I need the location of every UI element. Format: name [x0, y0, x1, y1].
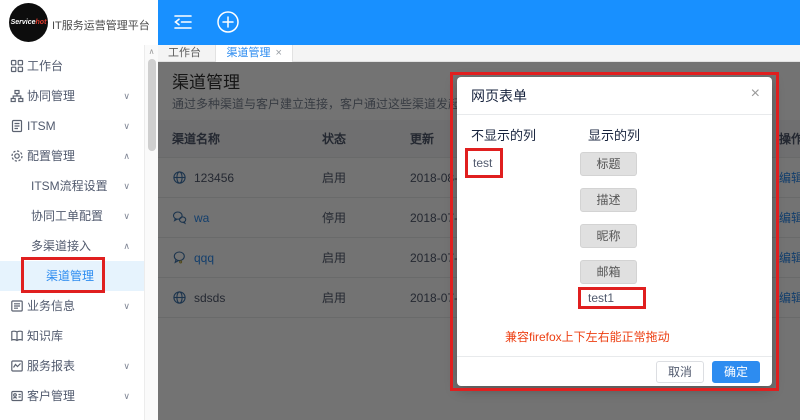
sidebar-item-multichannel-access[interactable]: 多渠道接入 ∧: [0, 231, 158, 261]
topbar: [158, 0, 800, 45]
close-icon[interactable]: ×: [275, 47, 281, 59]
dashboard-grid-icon: [10, 59, 24, 73]
sidebar-item-channel-mgmt[interactable]: 渠道管理: [0, 261, 158, 291]
chevron-up-icon: ∧: [123, 141, 130, 171]
modal-title: 网页表单: [471, 77, 527, 115]
sidebar-item-label: 工作台: [27, 51, 63, 81]
sidebar-item-label: 多渠道接入: [31, 231, 91, 261]
sidebar-item-itsm-flow-settings[interactable]: ITSM流程设置 ∨: [0, 171, 158, 201]
sidebar-item-collab-ticket-config[interactable]: 协同工单配置 ∨: [0, 201, 158, 231]
confirm-button[interactable]: 确定: [712, 361, 760, 383]
report-chart-icon: [10, 359, 24, 373]
chevron-up-icon: ∧: [123, 231, 130, 261]
sidebar-item-label: 服务报表: [27, 351, 75, 381]
app-window: Servicehot IT服务运营管理平台 工作台 协同管理 ∨ ITSM ∨: [0, 0, 800, 420]
modal-header: 网页表单 ×: [457, 77, 772, 115]
shown-column-item[interactable]: 邮箱: [580, 260, 637, 284]
plus-circle-icon[interactable]: [216, 10, 240, 39]
hidden-columns-title: 不显示的列: [471, 125, 536, 144]
menu-fold-icon[interactable]: [172, 12, 194, 37]
sidebar-item-workbench[interactable]: 工作台: [0, 51, 158, 81]
sidebar-menu: 工作台 协同管理 ∨ ITSM ∨ 配置管理 ∧ ITSM流程设置 ∨: [0, 51, 158, 411]
sidebar-item-label: 协同工单配置: [31, 201, 103, 231]
sidebar-item-label: ITSM: [27, 111, 56, 141]
modal-footer: 取消 确定: [457, 356, 772, 386]
sidebar-item-itsm[interactable]: ITSM ∨: [0, 111, 158, 141]
chevron-down-icon: ∨: [123, 381, 130, 411]
sidebar-item-business-info[interactable]: 业务信息 ∨: [0, 291, 158, 321]
document-icon: [10, 119, 24, 133]
sidebar-item-label: 配置管理: [27, 141, 75, 171]
tab-workbench[interactable]: 工作台: [158, 45, 211, 62]
sidebar-item-customer-mgmt[interactable]: 客户管理 ∨: [0, 381, 158, 411]
sidebar-item-label: 业务信息: [27, 291, 75, 321]
logo-text-hot: hot: [36, 19, 47, 26]
sidebar-scrollbar[interactable]: ∧: [144, 45, 158, 420]
chevron-down-icon: ∨: [123, 201, 130, 231]
tab-label: 工作台: [168, 47, 201, 59]
sidebar-item-label: 渠道管理: [46, 261, 94, 291]
shown-column-item[interactable]: 昵称: [580, 224, 637, 248]
chevron-down-icon: ∨: [123, 111, 130, 141]
chevron-down-icon: ∨: [123, 81, 130, 111]
sidebar-item-knowledge-base[interactable]: 知识库: [0, 321, 158, 351]
logo-row: Servicehot IT服务运营管理平台: [0, 0, 158, 45]
shown-column-item[interactable]: 描述: [580, 188, 637, 212]
sidebar-item-label: ITSM流程设置: [31, 171, 108, 201]
chevron-down-icon: ∨: [123, 171, 130, 201]
customer-card-icon: [10, 389, 24, 403]
tab-bar: 工作台 渠道管理 ×: [158, 45, 800, 62]
book-icon: [10, 329, 24, 343]
shown-column-item[interactable]: 标题: [580, 152, 637, 176]
servicehot-logo: Servicehot: [9, 3, 48, 42]
logo-text: Service: [11, 19, 36, 26]
org-nodes-icon: [10, 89, 24, 103]
sidebar-item-service-reports[interactable]: 服务报表 ∨: [0, 351, 158, 381]
sidebar-item-label: 协同管理: [27, 81, 75, 111]
sidebar-item-label: 客户管理: [27, 381, 75, 411]
list-card-icon: [10, 299, 24, 313]
sidebar-item-config-mgmt[interactable]: 配置管理 ∧: [0, 141, 158, 171]
close-icon[interactable]: ×: [751, 86, 760, 102]
sidebar-item-collab-mgmt[interactable]: 协同管理 ∨: [0, 81, 158, 111]
scrollbar-thumb[interactable]: [148, 59, 156, 151]
chevron-down-icon: ∨: [123, 351, 130, 381]
shown-columns-title: 显示的列: [588, 125, 640, 144]
tab-label: 渠道管理: [226, 47, 270, 59]
hidden-column-item-test[interactable]: test: [465, 148, 503, 178]
cancel-button[interactable]: 取消: [656, 361, 704, 383]
web-form-modal: 网页表单 × 不显示的列 显示的列 test 标题 描述 昵称 邮箱 test1…: [457, 77, 772, 386]
compatibility-note: 兼容firefox上下左右能正常拖动: [505, 328, 670, 345]
scrollbar-up-arrow-icon[interactable]: ∧: [145, 45, 158, 58]
sidebar: Servicehot IT服务运营管理平台 工作台 协同管理 ∨ ITSM ∨: [0, 0, 158, 420]
chevron-down-icon: ∨: [123, 291, 130, 321]
gear-icon: [10, 149, 24, 163]
sidebar-item-label: 知识库: [27, 321, 63, 351]
shown-column-item-test1[interactable]: test1: [578, 287, 646, 309]
tab-channel-mgmt[interactable]: 渠道管理 ×: [215, 45, 292, 62]
app-title: IT服务运营管理平台: [52, 17, 150, 33]
